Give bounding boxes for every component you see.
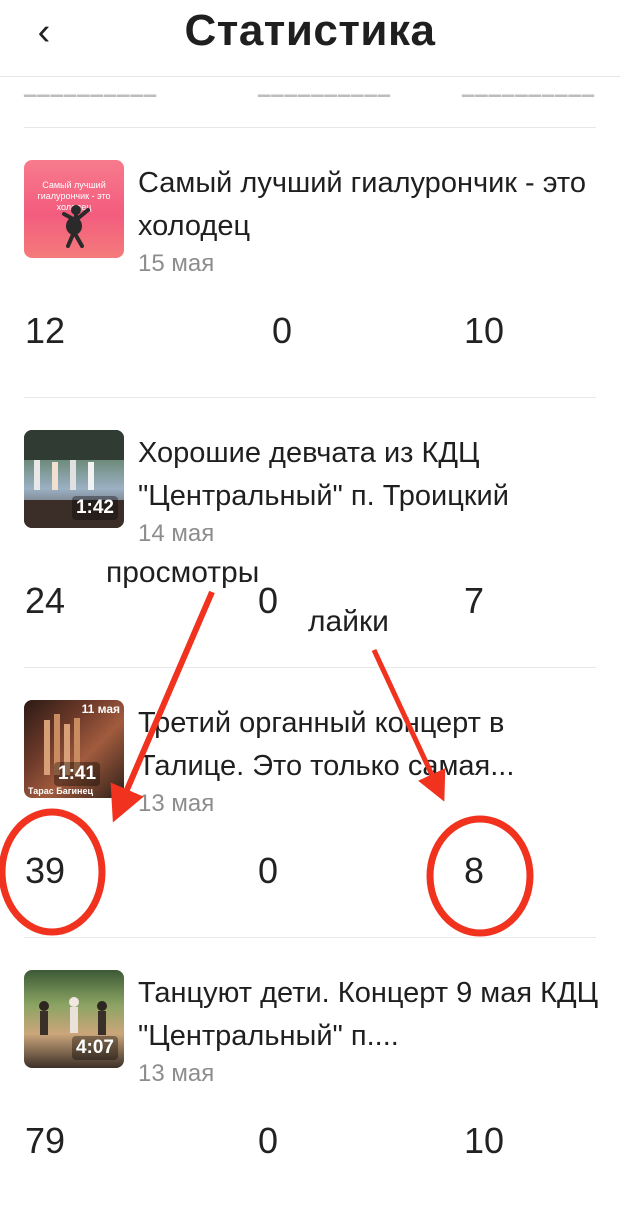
video-duration: 4:07 [71,1036,118,1060]
post-thumbnail[interactable]: Самый лучший гиалурончик - это холодец [24,160,124,258]
views-count: 24 [25,580,66,621]
post-date: 15 мая [138,250,215,277]
comments-count: 0 [272,310,293,351]
post-date: 13 мая [138,790,215,817]
video-duration: 1:42 [71,496,118,520]
comments-count: 0 [258,580,279,621]
post-thumbnail[interactable]: 1:42 [24,430,124,528]
page-title: Статистика [184,6,436,55]
post-date: 14 мая [138,520,215,547]
likes-annotation-label: лайки [308,605,389,638]
comments-count: 0 [258,1120,279,1161]
post-title[interactable]: Самый лучший гиалурончик - это холодец [138,162,608,248]
dancer-figure-icon [62,205,90,248]
post-title[interactable]: Третий органный концерт в Талице. Это то… [138,702,608,788]
likes-count: 8 [464,850,485,891]
views-count: 79 [25,1120,66,1161]
post-title[interactable]: Танцуют дети. Концерт 9 мая КДЦ "Централ… [138,972,608,1058]
video-duration: 1:41 [54,762,101,786]
thumbnail-date-text: 11 мая [81,702,120,716]
views-count: 39 [25,850,66,891]
post-thumbnail[interactable]: 4:07 [24,970,124,1068]
post-title[interactable]: Хорошие девчата из КДЦ "Центральный" п. … [138,432,608,518]
post-thumbnail[interactable]: 11 мая Тарас Багинец 1:41 [24,700,124,798]
likes-count: 7 [464,580,485,621]
post-item[interactable]: 4:07 Танцуют дети. Концерт 9 мая КДЦ "Це… [0,938,620,1208]
header-bar: ‹ Статистика [0,0,620,77]
likes-count: 10 [464,310,505,351]
views-count: 12 [25,310,66,351]
thumbnail-caption: Тарас Багинец [28,786,94,796]
post-date: 13 мая [138,1060,215,1087]
comments-count: 0 [258,850,279,891]
views-annotation-label: просмотры [106,556,260,589]
likes-count: 10 [464,1120,505,1161]
scrolled-stat-labels: ▁▁▁▁▁▁▁▁▁▁ ▁▁▁▁▁▁▁▁▁▁ ▁▁▁▁▁▁▁▁▁▁ [24,82,596,97]
post-item[interactable]: 11 мая Тарас Багинец 1:41 Третий органны… [0,668,620,938]
post-item[interactable]: Самый лучший гиалурончик - это холодец С… [0,128,620,398]
